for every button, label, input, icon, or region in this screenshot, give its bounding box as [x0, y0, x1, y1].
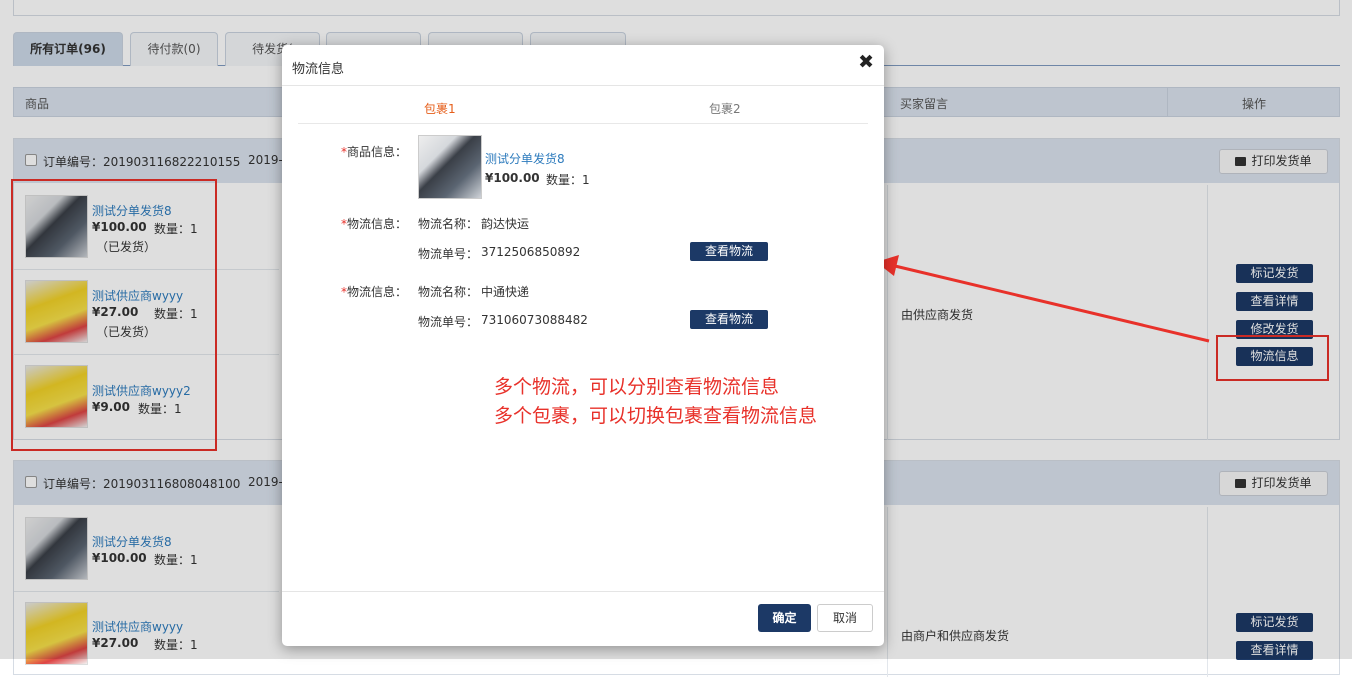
product-image[interactable]: [418, 135, 482, 199]
close-icon[interactable]: ✖: [858, 51, 874, 73]
product-title-link[interactable]: 测试分单发货8: [485, 150, 565, 167]
product-info-label: *商品信息：: [341, 143, 407, 160]
package-tab-divider: [298, 123, 868, 124]
confirm-button[interactable]: 确定: [758, 604, 811, 632]
modal-title: 物流信息: [292, 62, 345, 77]
tracking-number: 3712506850892: [481, 245, 581, 259]
cancel-button[interactable]: 取消: [817, 604, 873, 632]
logistics-info-label: *物流信息：: [341, 215, 407, 232]
annotation-text-line-2: 多个包裹，可以切换包裹查看物流信息: [494, 405, 818, 427]
tab-package-1[interactable]: 包裹1: [424, 100, 456, 117]
product-qty: 数量：1: [546, 173, 590, 187]
tab-package-2[interactable]: 包裹2: [709, 100, 741, 117]
modal-footer-divider: [282, 591, 884, 592]
logistics-info-label: *物流信息：: [341, 283, 407, 300]
annotation-text-line-1: 多个物流，可以分别查看物流信息: [494, 376, 780, 398]
carrier-name-label: 物流名称：: [418, 217, 479, 231]
product-info-label-text: 商品信息：: [347, 145, 408, 159]
tracking-number-label: 物流单号：: [418, 247, 479, 261]
logistics-info-label-text: 物流信息：: [347, 285, 408, 299]
tracking-number: 73106073088482: [481, 313, 588, 327]
view-tracking-button[interactable]: 查看物流: [690, 310, 768, 329]
carrier-name-label: 物流名称：: [418, 285, 479, 299]
modal-header: 物流信息 ✖: [282, 45, 884, 86]
carrier-name: 中通快递: [481, 285, 530, 299]
carrier-name: 韵达快运: [481, 217, 530, 231]
logistics-info-label-text: 物流信息：: [347, 217, 408, 231]
logistics-modal: 物流信息 ✖ 包裹1 包裹2 *商品信息： 测试分单发货8 ¥100.00 数量…: [282, 45, 884, 646]
product-price: ¥100.00: [485, 171, 540, 185]
tracking-number-label: 物流单号：: [418, 315, 479, 329]
view-tracking-button[interactable]: 查看物流: [690, 242, 768, 261]
